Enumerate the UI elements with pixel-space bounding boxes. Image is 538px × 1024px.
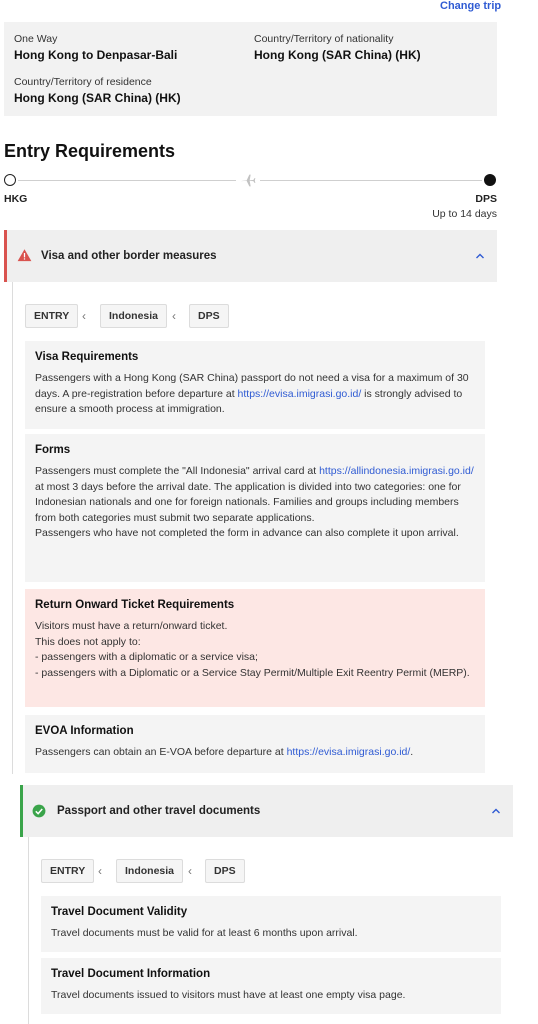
residence-label: Country/Territory of residence bbox=[14, 76, 152, 88]
chevron-left-icon: ‹ bbox=[188, 864, 192, 878]
nationality-value: Hong Kong (SAR China) (HK) bbox=[254, 48, 421, 62]
card-text: Passengers can obtain an E-VOA before de… bbox=[35, 746, 414, 758]
forms-card: Forms Passengers must complete the "All … bbox=[25, 434, 485, 582]
chevron-up-icon[interactable] bbox=[490, 805, 502, 817]
residence-value: Hong Kong (SAR China) (HK) bbox=[14, 91, 181, 105]
breadcrumb-country[interactable]: Indonesia bbox=[100, 304, 168, 328]
card-text: Passengers must complete the "All Indone… bbox=[35, 465, 474, 539]
section-passport-header[interactable]: Passport and other travel documents bbox=[20, 785, 513, 837]
warning-accent-bar bbox=[4, 230, 7, 282]
route-line-left bbox=[18, 180, 236, 181]
card-text: Passengers with a Hong Kong (SAR China) … bbox=[35, 372, 469, 415]
card-title: Forms bbox=[35, 444, 71, 456]
breadcrumb: ENTRY ‹ Indonesia ‹ DPS bbox=[41, 859, 341, 883]
section-passport-guide-line bbox=[28, 837, 29, 1024]
ok-accent-bar bbox=[20, 785, 23, 837]
section-visa-header[interactable]: Visa and other border measures bbox=[4, 230, 497, 282]
chevron-left-icon: ‹ bbox=[172, 309, 176, 323]
route-value: Hong Kong to Denpasar-Bali bbox=[14, 48, 178, 62]
return-ticket-card: Return Onward Ticket Requirements Visito… bbox=[25, 589, 485, 707]
card-text: Visitors must have a return/onward ticke… bbox=[35, 620, 470, 679]
residence-field: Country/Territory of residence Hong Kong… bbox=[14, 76, 181, 105]
section-visa-title: Visa and other border measures bbox=[41, 250, 217, 262]
plane-icon bbox=[241, 174, 256, 187]
breadcrumb-entry[interactable]: ENTRY bbox=[25, 304, 79, 328]
trip-type-label: One Way bbox=[14, 33, 58, 45]
origin-code: HKG bbox=[4, 193, 28, 205]
card-title: Visa Requirements bbox=[35, 351, 139, 363]
nationality-field: Country/Territory of nationality Hong Ko… bbox=[254, 33, 421, 62]
trip-summary: One Way Hong Kong to Denpasar-Bali Count… bbox=[4, 22, 497, 116]
route-line-right bbox=[260, 180, 482, 181]
breadcrumb-airport[interactable]: DPS bbox=[189, 304, 229, 328]
entry-requirements-title: Entry Requirements bbox=[4, 141, 176, 161]
breadcrumb-country[interactable]: Indonesia bbox=[116, 859, 184, 883]
warning-triangle-icon bbox=[17, 249, 32, 262]
section-visa-guide-line bbox=[12, 282, 13, 774]
stay-duration: Up to 14 days bbox=[432, 208, 497, 220]
visa-requirements-card: Visa Requirements Passengers with a Hong… bbox=[25, 341, 485, 429]
breadcrumb-entry[interactable]: ENTRY bbox=[41, 859, 95, 883]
evisa-link[interactable]: https://evisa.imigrasi.go.id/ bbox=[238, 388, 362, 400]
check-circle-icon bbox=[32, 804, 46, 818]
chevron-left-icon: ‹ bbox=[82, 309, 86, 323]
evoa-link[interactable]: https://evisa.imigrasi.go.id/ bbox=[287, 746, 411, 758]
card-text: Travel documents issued to visitors must… bbox=[51, 989, 406, 1001]
breadcrumb: ENTRY ‹ Indonesia ‹ DPS bbox=[25, 304, 325, 328]
chevron-left-icon: ‹ bbox=[98, 864, 102, 878]
trip-type-field: One Way Hong Kong to Denpasar-Bali bbox=[14, 33, 177, 62]
travel-document-information-card: Travel Document Information Travel docum… bbox=[41, 958, 501, 1014]
travel-document-validity-card: Travel Document Validity Travel document… bbox=[41, 896, 501, 952]
section-passport-title: Passport and other travel documents bbox=[57, 805, 261, 817]
card-title: EVOA Information bbox=[35, 725, 134, 737]
card-title: Travel Document Information bbox=[51, 968, 211, 980]
nationality-label: Country/Territory of nationality bbox=[254, 33, 394, 45]
destination-dot bbox=[484, 174, 496, 186]
card-title: Travel Document Validity bbox=[51, 906, 188, 918]
origin-dot bbox=[4, 174, 16, 186]
change-trip-link[interactable]: Change trip bbox=[440, 0, 501, 12]
allindonesia-link[interactable]: https://allindonesia.imigrasi.go.id/ bbox=[319, 465, 474, 477]
chevron-up-icon[interactable] bbox=[474, 250, 486, 262]
breadcrumb-airport[interactable]: DPS bbox=[205, 859, 245, 883]
route-timeline: HKG DPS Up to 14 days bbox=[4, 172, 497, 220]
card-title: Return Onward Ticket Requirements bbox=[35, 599, 235, 611]
destination-code: DPS bbox=[475, 193, 497, 205]
card-text: Travel documents must be valid for at le… bbox=[51, 927, 358, 939]
evoa-card: EVOA Information Passengers can obtain a… bbox=[25, 715, 485, 773]
